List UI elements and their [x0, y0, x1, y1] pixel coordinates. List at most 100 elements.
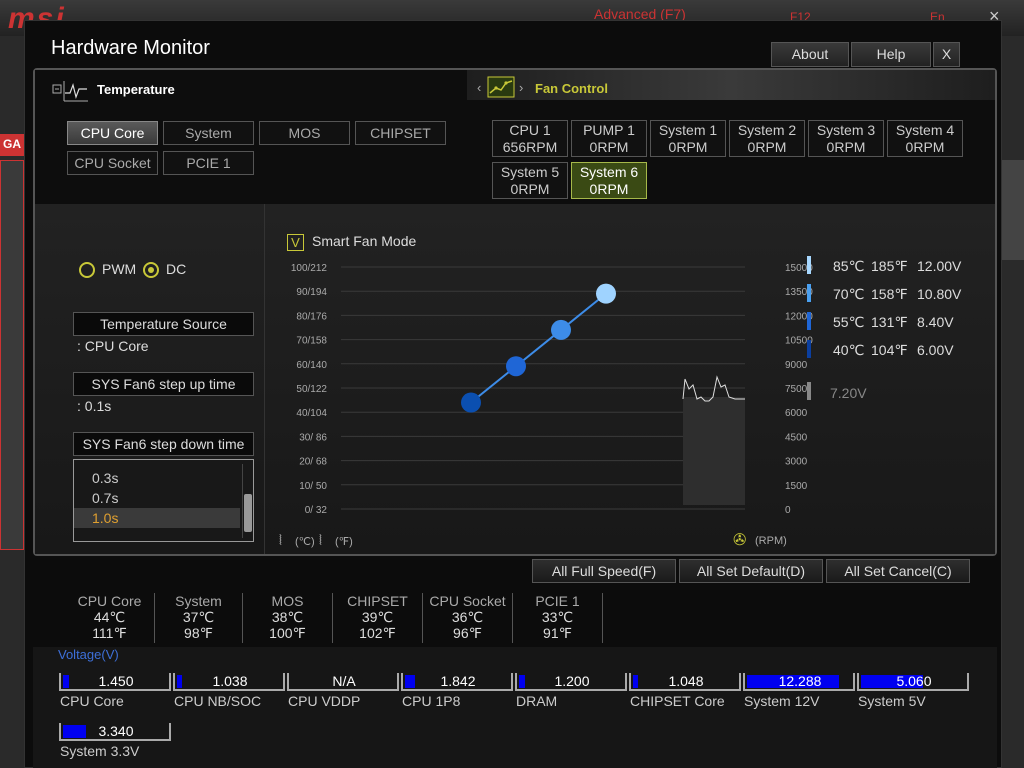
legend-celsius: 40℃ — [833, 342, 865, 358]
step-down-option[interactable]: 0.3s — [74, 468, 240, 488]
sensor-button-system[interactable]: System — [163, 121, 254, 145]
tab-fan-control[interactable]: ‹ › Fan Control — [467, 70, 995, 100]
fahrenheit-unit-label: (℉) — [335, 536, 353, 548]
sensor-button-cpu-core[interactable]: CPU Core — [67, 121, 158, 145]
voltage-bar: 1.842 — [401, 673, 513, 691]
rpm-unit-label: (RPM) — [755, 535, 787, 547]
fan-rpm: 0RPM — [747, 139, 787, 155]
temp-name: CPU Socket — [429, 593, 506, 609]
fan-name: PUMP 1 — [583, 122, 635, 138]
background-right-panel — [1002, 160, 1024, 260]
fan-curve-point[interactable] — [596, 283, 616, 304]
tab-fan-control-label: Fan Control — [535, 81, 608, 96]
fan-name: System 5 — [500, 164, 560, 180]
fan-button-system1[interactable]: System 1 0RPM — [650, 120, 726, 157]
temp-name: CPU Core — [77, 593, 142, 609]
temp-celsius: 39℃ — [361, 609, 394, 625]
step-down-option-selected[interactable]: 1.0s — [74, 508, 240, 528]
fan-name: System 4 — [895, 122, 955, 138]
voltage-name: CPU Core — [60, 693, 124, 709]
y-right-tick-label: 1500 — [785, 481, 808, 492]
voltage-value: N/A — [332, 673, 356, 689]
temp-fahrenheit: 91℉ — [543, 625, 572, 641]
fan-button-cpu1[interactable]: CPU 1 656RPM — [492, 120, 568, 157]
about-button[interactable]: About — [771, 42, 849, 67]
y-left-tick-label: 50/122 — [296, 384, 327, 395]
temp-readout-system: System 37℃ 98℉ — [155, 593, 243, 643]
fan-curve-point[interactable] — [506, 356, 526, 377]
fan-button-pump1[interactable]: PUMP 1 0RPM — [571, 120, 647, 157]
y-left-tick-label: 20/ 68 — [299, 457, 327, 468]
tab-temperature[interactable]: Temperature — [35, 70, 467, 102]
voltage-value: 3.340 — [98, 723, 134, 739]
y-left-tick-label: 60/140 — [296, 360, 327, 371]
temp-name: CHIPSET — [347, 593, 408, 609]
fan-curve-point[interactable] — [551, 319, 571, 340]
all-set-cancel-button[interactable]: All Set Cancel(C) — [826, 559, 970, 583]
fan-settings-panel: PWM DC Temperature Source : CPU Core SYS… — [35, 204, 995, 554]
all-set-default-button[interactable]: All Set Default(D) — [679, 559, 823, 583]
sensor-button-cpu-socket[interactable]: CPU Socket — [67, 151, 158, 175]
temp-celsius: 37℃ — [182, 609, 215, 625]
chevron-right-icon[interactable]: › — [519, 80, 523, 95]
voltage-value: 1.450 — [98, 673, 134, 689]
voltage-value: 1.200 — [554, 673, 590, 689]
close-button[interactable]: X — [933, 42, 960, 67]
y-right-tick-label: 7500 — [785, 384, 808, 395]
scrollbar-thumb[interactable] — [244, 494, 252, 532]
celsius-unit-label: (℃) — [295, 536, 315, 548]
fan-mode-controls: PWM DC Temperature Source : CPU Core SYS… — [35, 204, 265, 554]
temperature-source-value[interactable]: : CPU Core — [77, 338, 149, 354]
y-left-tick-label: 80/176 — [296, 311, 327, 322]
voltage-panel: Voltage(V) 1.450 CPU Core 1.038 CPU NB/S… — [33, 647, 997, 768]
temperature-graph-icon — [52, 81, 88, 102]
fan-rpm: 0RPM — [668, 139, 708, 155]
fan-button-system6[interactable]: System 6 0RPM — [571, 162, 647, 199]
voltage-bar: 1.048 — [629, 673, 741, 691]
temp-name: System — [175, 593, 222, 609]
step-down-option[interactable]: 0.7s — [74, 488, 240, 508]
legend-fahrenheit: 131℉ — [871, 314, 908, 330]
all-full-speed-button[interactable]: All Full Speed(F) — [532, 559, 676, 583]
legend-voltage: 10.80V — [917, 286, 962, 302]
fan-name: System 1 — [658, 122, 718, 138]
dc-label: DC — [166, 261, 187, 277]
pwm-radio[interactable] — [79, 262, 95, 278]
monitor-frame: Temperature ‹ › Fan Control CPU Core Sys… — [33, 68, 997, 556]
voltage-bar: 1.038 — [173, 673, 285, 691]
step-down-list[interactable]: 0.3s 0.7s 1.0s — [73, 459, 254, 542]
thermometer-icon: ⦚ — [319, 533, 322, 549]
temp-readout-cpu-socket: CPU Socket 36℃ 96℉ — [423, 593, 513, 643]
voltage-name: System 5V — [858, 693, 926, 709]
temp-celsius: 36℃ — [451, 609, 484, 625]
voltage-name: System 12V — [744, 693, 820, 709]
y-left-tick-label: 30/ 86 — [299, 432, 327, 443]
help-button[interactable]: Help — [851, 42, 931, 67]
fan-icon: ✇ — [733, 530, 746, 549]
sensor-button-chipset[interactable]: CHIPSET — [355, 121, 446, 145]
fan-button-system4[interactable]: System 4 0RPM — [887, 120, 963, 157]
thermometer-icon: ⦚ — [279, 533, 282, 549]
tab-area: Temperature ‹ › Fan Control CPU Core Sys… — [35, 70, 995, 204]
step-up-value[interactable]: : 0.1s — [77, 398, 111, 414]
voltage-value: 5.060 — [896, 673, 932, 689]
temp-celsius: 38℃ — [271, 609, 304, 625]
current-voltage: 7.20V — [830, 385, 867, 401]
voltage-name: CPU 1P8 — [402, 693, 461, 709]
voltage-value: 1.038 — [212, 673, 248, 689]
sensor-button-pcie1[interactable]: PCIE 1 — [163, 151, 254, 175]
hardware-monitor-dialog: Hardware Monitor About Help X Temperatur… — [24, 20, 1002, 768]
voltage-name: System 3.3V — [60, 743, 140, 759]
temp-name: PCIE 1 — [535, 593, 580, 609]
chevron-left-icon[interactable]: ‹ — [477, 80, 481, 95]
y-right-tick-label: 9000 — [785, 360, 808, 371]
fan-button-system3[interactable]: System 3 0RPM — [808, 120, 884, 157]
step-down-scrollbar[interactable] — [242, 464, 252, 538]
fan-rpm: 0RPM — [589, 181, 629, 197]
dc-radio[interactable] — [143, 262, 159, 278]
fan-curve-point[interactable] — [461, 392, 481, 413]
voltage-value: 12.288 — [778, 673, 822, 689]
fan-button-system2[interactable]: System 2 0RPM — [729, 120, 805, 157]
sensor-button-mos[interactable]: MOS — [259, 121, 350, 145]
fan-button-system5[interactable]: System 5 0RPM — [492, 162, 568, 199]
